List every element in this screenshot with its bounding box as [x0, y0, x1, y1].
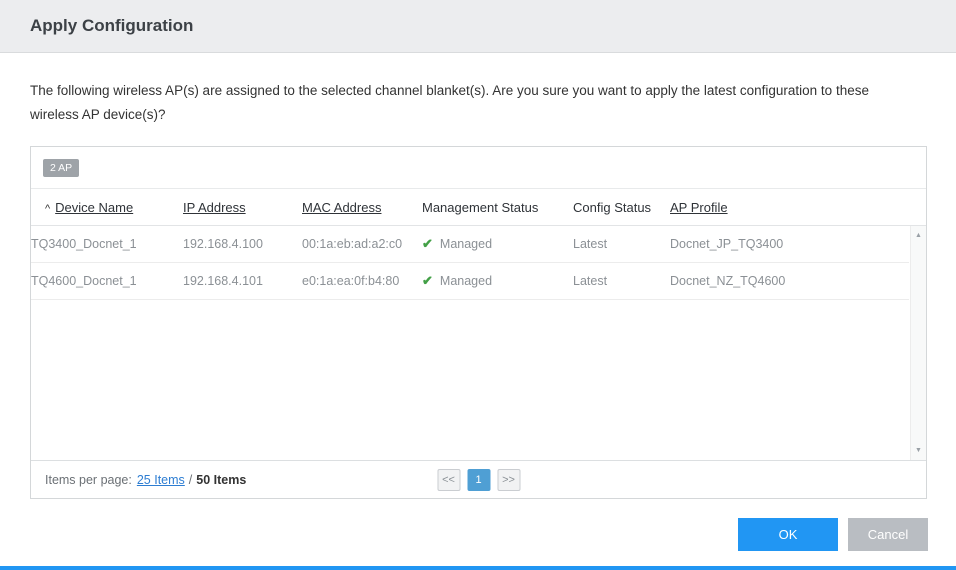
vertical-scrollbar[interactable]: ▲ ▼ — [910, 226, 926, 461]
column-label: Config Status — [573, 200, 652, 216]
table-row[interactable]: TQ4600_Docnet_1 192.168.4.101 e0:1a:ea:0f:… — [31, 262, 909, 301]
column-header-mac_address[interactable]: MAC Address — [302, 189, 422, 227]
prev-page-button[interactable]: << — [437, 468, 460, 491]
column-header-device_name[interactable]: ^ Device Name — [31, 189, 183, 227]
management-status-text: Managed — [439, 237, 493, 252]
cell-device_name: TQ4600_Docnet_1 — [31, 262, 183, 301]
items-per-page-label: Items per page: — [45, 472, 132, 487]
scroll-up-icon[interactable]: ▲ — [911, 228, 926, 243]
current-page-button[interactable]: 1 — [467, 468, 490, 491]
column-header-config_status: Config Status — [573, 189, 670, 227]
table-footer: Items per page: 25 Items/50 Items << 1 >> — [31, 460, 926, 498]
cell-ip_address: 192.168.4.100 — [183, 226, 302, 264]
table-body: TQ3400_Docnet_1 192.168.4.100 00:1a:eb:ad:… — [31, 226, 909, 301]
sort-asc-icon: ^ — [45, 203, 51, 216]
table-header-row: ^ Device Name IP Address MAC Address Managem… — [31, 189, 926, 227]
column-label: MAC Address — [302, 200, 382, 216]
cell-mac_address: 00:1a:eb:ad:a2:c0 — [302, 226, 422, 264]
cell-management_status: ✔ Managed — [422, 262, 573, 301]
next-page-button[interactable]: >> — [497, 468, 520, 491]
management-status-text: Managed — [439, 274, 493, 289]
cell-ap_profile: Docnet_NZ_TQ4600 — [670, 262, 909, 301]
badge-row: 2 AP — [31, 147, 926, 190]
scroll-down-icon[interactable]: ▼ — [911, 443, 926, 458]
managed-check-icon: ✔ — [422, 273, 433, 289]
cell-config_status: Latest — [573, 262, 670, 301]
confirmation-message: The following wireless AP(s) are assigne… — [30, 83, 869, 122]
cell-management_status: ✔ Managed — [422, 226, 573, 264]
column-label: IP Address — [183, 200, 246, 216]
cell-device_name: TQ3400_Docnet_1 — [31, 226, 183, 264]
column-label: Device Name — [55, 200, 134, 216]
total-items: 50 Items — [196, 472, 247, 487]
column-label: AP Profile — [670, 200, 728, 216]
managed-check-icon: ✔ — [422, 236, 433, 252]
column-header-management_status: Management Status — [422, 189, 573, 227]
dialog-actions: OK Cancel — [738, 518, 928, 551]
table-row[interactable]: TQ3400_Docnet_1 192.168.4.100 00:1a:eb:ad:… — [31, 226, 909, 264]
cell-ip_address: 192.168.4.101 — [183, 262, 302, 301]
items-per-page: Items per page: 25 Items/50 Items — [45, 473, 246, 487]
items-separator: / — [188, 472, 193, 487]
table-body-area: TQ3400_Docnet_1 192.168.4.100 00:1a:eb:ad:… — [31, 226, 926, 461]
column-header-ap_profile[interactable]: AP Profile — [670, 189, 926, 227]
ap-count-badge: 2 AP — [43, 159, 80, 178]
items-per-page-link[interactable]: 25 Items — [137, 473, 185, 487]
table-header: ^ Device Name IP Address MAC Address Managem… — [31, 189, 926, 227]
table-body-table: TQ3400_Docnet_1 192.168.4.100 00:1a:eb:ad:… — [31, 226, 909, 301]
cell-config_status: Latest — [573, 226, 670, 264]
cell-ap_profile: Docnet_JP_TQ3400 — [670, 226, 909, 264]
cell-mac_address: e0:1a:ea:0f:b4:80 — [302, 262, 422, 301]
cancel-button[interactable]: Cancel — [848, 518, 928, 551]
pagination: << 1 >> — [437, 468, 520, 491]
ap-table: 2 AP ^ Device Name IP Address MAC Address Ma… — [30, 146, 927, 500]
bottom-accent-bar — [0, 566, 956, 570]
dialog-title: Apply Configuration — [30, 16, 194, 35]
ok-button[interactable]: OK — [738, 518, 838, 551]
column-label: Management Status — [422, 200, 539, 216]
column-header-ip_address[interactable]: IP Address — [183, 189, 302, 227]
dialog-header: Apply Configuration — [0, 0, 956, 53]
